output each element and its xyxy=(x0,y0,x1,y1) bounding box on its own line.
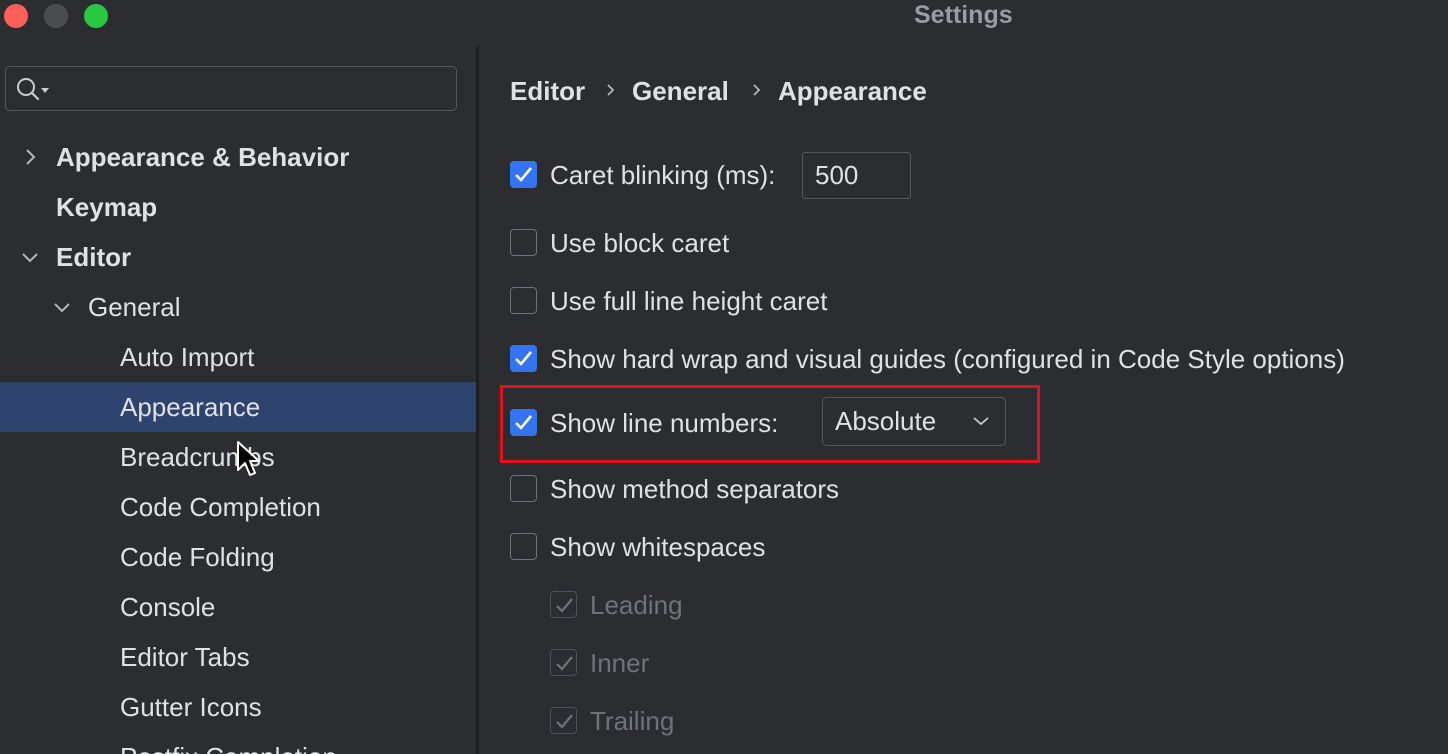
leading-label: Leading xyxy=(590,590,683,620)
leading-checkbox xyxy=(550,591,577,618)
whitespaces-label: Show whitespaces xyxy=(550,532,766,562)
chevron-right-icon[interactable] xyxy=(20,147,40,167)
window-title: Settings xyxy=(914,1,1013,29)
full-line-caret-label: Use full line height caret xyxy=(550,286,828,316)
mouse-pointer-icon xyxy=(237,441,260,476)
sidebar-item-editor-tabs[interactable]: Editor Tabs xyxy=(0,632,476,682)
sidebar-item-label: General xyxy=(88,292,181,322)
sidebar-item-postfix-completion[interactable]: Postfix Completion xyxy=(0,732,476,754)
inner-checkbox xyxy=(550,649,577,676)
checkmark-icon xyxy=(556,714,573,729)
trailing-label: Trailing xyxy=(590,706,675,736)
zoom-window-button[interactable] xyxy=(84,4,108,28)
caret-blinking-ms-input[interactable] xyxy=(802,152,911,199)
sidebar-item-label: Keymap xyxy=(56,192,158,222)
sidebar-item-label: Editor Tabs xyxy=(120,642,250,672)
sidebar-item-label: Auto Import xyxy=(120,342,255,372)
settings-sidebar: Appearance & Behavior Keymap Editor Gene… xyxy=(0,46,476,754)
block-caret-label: Use block caret xyxy=(550,228,730,258)
sidebar-item-label: Gutter Icons xyxy=(120,692,262,722)
search-icon[interactable] xyxy=(16,77,52,101)
chevron-right-icon xyxy=(607,84,615,96)
chevron-down-icon[interactable] xyxy=(52,297,72,317)
breadcrumb-appearance: Appearance xyxy=(778,76,927,106)
sidebar-item-label: Appearance xyxy=(120,392,261,422)
sidebar-item-label: Postfix Completion xyxy=(120,732,337,754)
close-window-button[interactable] xyxy=(4,4,28,28)
chevron-down-icon[interactable] xyxy=(20,247,40,267)
trailing-checkbox xyxy=(550,707,577,734)
hard-wrap-guides-checkbox[interactable] xyxy=(510,345,537,372)
method-separators-checkbox[interactable] xyxy=(510,475,537,502)
sidebar-item-label: Code Folding xyxy=(120,542,275,572)
sidebar-item-code-completion[interactable]: Code Completion xyxy=(0,482,476,532)
search-box[interactable] xyxy=(5,66,457,111)
inner-label: Inner xyxy=(590,648,650,678)
sidebar-item-code-folding[interactable]: Code Folding xyxy=(0,532,476,582)
title-bar: Settings xyxy=(0,0,1448,36)
sidebar-item-keymap[interactable]: Keymap xyxy=(0,182,476,232)
checkmark-icon xyxy=(556,598,573,613)
sidebar-item-label: Editor xyxy=(56,242,132,272)
sidebar-item-gutter-icons[interactable]: Gutter Icons xyxy=(0,682,476,732)
sidebar-item-label: Appearance & Behavior xyxy=(56,142,350,172)
method-separators-label: Show method separators xyxy=(550,474,840,504)
search-input[interactable] xyxy=(62,75,446,105)
checkmark-icon xyxy=(515,351,532,366)
sidebar-item-appearance-behavior[interactable]: Appearance & Behavior xyxy=(0,132,476,182)
hard-wrap-guides-label: Show hard wrap and visual guides (config… xyxy=(550,344,1345,374)
minimize-window-button[interactable] xyxy=(44,4,68,28)
full-line-caret-checkbox[interactable] xyxy=(510,287,537,314)
breadcrumb-editor[interactable]: Editor xyxy=(510,74,585,108)
caret-blinking-label: Caret blinking (ms): xyxy=(550,160,776,190)
settings-content: Editor General Appearance Caret blinking… xyxy=(479,46,1448,754)
chevron-right-icon xyxy=(753,84,761,96)
highlight-annotation-box xyxy=(500,385,1040,463)
sidebar-item-general[interactable]: General xyxy=(0,282,476,332)
whitespaces-checkbox[interactable] xyxy=(510,533,537,560)
sidebar-item-auto-import[interactable]: Auto Import xyxy=(0,332,476,382)
sidebar-item-console[interactable]: Console xyxy=(0,582,476,632)
sidebar-item-appearance[interactable]: Appearance xyxy=(0,382,476,432)
checkmark-icon xyxy=(515,167,532,182)
checkmark-icon xyxy=(556,656,573,671)
breadcrumb-general[interactable]: General xyxy=(632,74,729,108)
caret-blinking-checkbox[interactable] xyxy=(510,161,537,188)
block-caret-checkbox[interactable] xyxy=(510,229,537,256)
sidebar-item-editor[interactable]: Editor xyxy=(0,232,476,282)
sidebar-item-label: Code Completion xyxy=(120,492,321,522)
sidebar-item-label: Console xyxy=(120,592,216,622)
